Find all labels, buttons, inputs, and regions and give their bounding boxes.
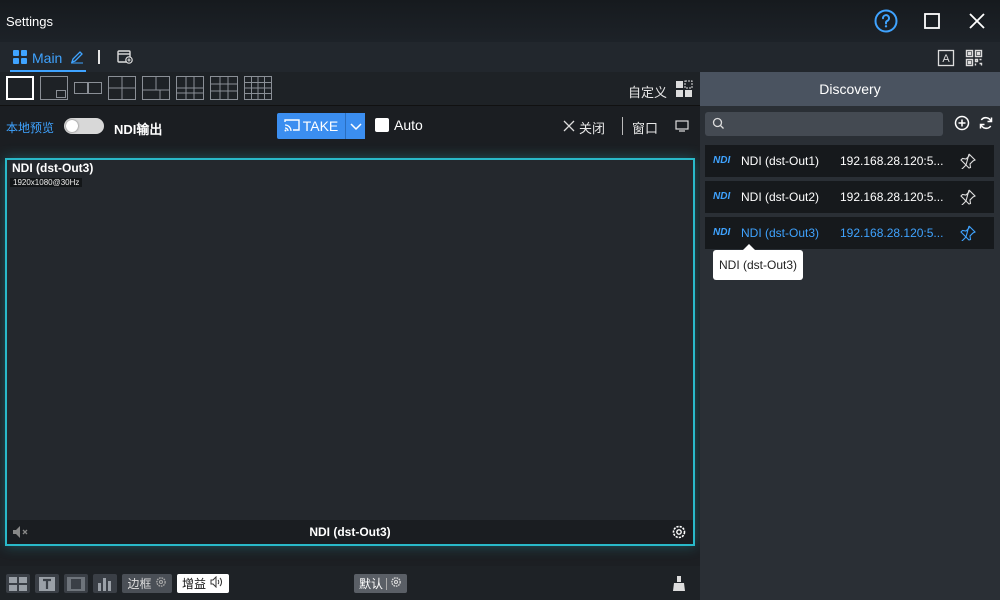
brush-icon[interactable] — [670, 574, 688, 593]
default-button[interactable]: 默认 — [354, 574, 407, 593]
close-icon[interactable] — [965, 9, 989, 33]
settings-icon[interactable] — [671, 524, 687, 543]
svg-text:A: A — [942, 53, 950, 65]
layout-bar: 自定义 — [0, 72, 700, 106]
gain-label: 增益 — [181, 577, 206, 591]
custom-layout-icon[interactable] — [675, 80, 693, 98]
help-icon[interactable] — [874, 9, 898, 33]
tab-divider — [98, 50, 100, 64]
take-label: TAKE — [302, 118, 339, 134]
discovery-panel: NDI NDI (dst-Out1) 192.168.28.120:5... N… — [700, 106, 1000, 600]
default-label: 默认 — [358, 577, 383, 591]
layout-1-plus-2[interactable] — [142, 76, 170, 100]
volume-icon — [210, 575, 224, 591]
device-ip: 192.168.28.120:5... — [840, 190, 944, 204]
edit-icon[interactable] — [70, 50, 84, 67]
ndi-logo: NDI — [713, 155, 731, 166]
local-preview-toggle[interactable] — [64, 118, 104, 134]
tab-main[interactable]: Main — [10, 46, 87, 72]
search-icon — [712, 117, 725, 133]
pin-icon[interactable] — [959, 188, 977, 206]
layout-side-by-side[interactable] — [74, 76, 102, 100]
default-settings-icon — [390, 576, 402, 591]
border-settings-icon — [155, 576, 167, 591]
device-ip: 192.168.28.120:5... — [840, 154, 944, 168]
preview-footer: NDI (dst-Out3) — [7, 520, 693, 544]
close-output-button[interactable]: 关闭 — [563, 118, 605, 137]
layout-quad[interactable] — [108, 76, 136, 100]
custom-layout-label[interactable]: 自定义 — [628, 82, 667, 101]
preview-source-name: NDI (dst-Out3) — [12, 161, 94, 175]
grid-icon — [12, 49, 28, 68]
device-row-2[interactable]: NDI NDI (dst-Out2) 192.168.28.120:5... — [705, 181, 994, 213]
preview-footer-name: NDI (dst-Out3) — [309, 525, 391, 539]
layout-pip[interactable] — [40, 76, 68, 100]
control-divider — [622, 117, 623, 135]
discovery-header: Discovery — [700, 72, 1000, 106]
maximize-icon[interactable] — [920, 9, 944, 33]
qr-code-icon[interactable] — [964, 48, 984, 68]
device-name: NDI (dst-Out3) — [741, 226, 820, 240]
discovery-title: Discovery — [819, 81, 881, 97]
gain-button[interactable]: 增益 — [177, 574, 229, 593]
tab-main-label: Main — [32, 50, 63, 66]
ndi-output-label: NDI输出 — [114, 122, 163, 137]
layout-nine[interactable] — [210, 76, 238, 100]
take-dropdown-button[interactable] — [345, 113, 365, 139]
border-label: 边框 — [127, 577, 152, 591]
refresh-icon[interactable] — [977, 114, 995, 132]
bottom-toolbar: 边框 增益 默认 — [0, 566, 700, 600]
preview-panel[interactable]: NDI (dst-Out3) 1920x1080@30Hz NDI (dst-O… — [5, 158, 695, 546]
audio-meter-icon[interactable] — [93, 574, 117, 593]
device-ip: 192.168.28.120:5... — [840, 226, 944, 240]
grid-layout-icon[interactable] — [6, 574, 30, 593]
layout-six[interactable] — [176, 76, 204, 100]
layout-sixteen[interactable] — [244, 76, 272, 100]
device-name: NDI (dst-Out2) — [741, 190, 820, 204]
window-title: Settings — [6, 14, 53, 29]
text-icon[interactable] — [35, 574, 59, 593]
device-name: NDI (dst-Out1) — [741, 154, 820, 168]
border-button[interactable]: 边框 — [122, 574, 172, 593]
add-circle-icon[interactable] — [953, 114, 971, 132]
text-overlay-icon[interactable]: A — [936, 48, 956, 68]
window-button[interactable]: 窗口 — [632, 118, 658, 137]
control-bar: 本地预览 NDI输出 TAKE Auto 关闭 窗口 — [0, 106, 700, 146]
ndi-logo: NDI — [713, 191, 731, 202]
auto-label[interactable]: Auto — [394, 117, 423, 133]
preview-resolution: 1920x1080@30Hz — [10, 178, 83, 187]
pin-icon[interactable] — [959, 224, 977, 242]
chevron-down-icon — [349, 119, 362, 134]
add-window-icon[interactable] — [116, 48, 134, 66]
tab-bar: Main A — [0, 42, 1000, 72]
pin-icon[interactable] — [959, 152, 977, 170]
device-tooltip: NDI (dst-Out3) — [713, 244, 804, 280]
device-row-1[interactable]: NDI NDI (dst-Out1) 192.168.28.120:5... — [705, 145, 994, 177]
title-bar: Settings — [0, 0, 1000, 42]
take-button[interactable]: TAKE — [277, 113, 345, 139]
filmstrip-icon[interactable] — [64, 574, 88, 593]
auto-checkbox[interactable] — [375, 118, 389, 132]
close-x-icon — [563, 120, 575, 135]
layout-single[interactable] — [6, 76, 34, 100]
monitor-icon[interactable] — [674, 118, 690, 134]
cast-icon — [284, 118, 300, 135]
search-input[interactable] — [729, 115, 934, 133]
local-preview-label: 本地预览 — [6, 121, 55, 135]
search-field[interactable] — [705, 112, 943, 136]
ndi-logo: NDI — [713, 227, 731, 238]
close-output-label: 关闭 — [579, 121, 606, 136]
